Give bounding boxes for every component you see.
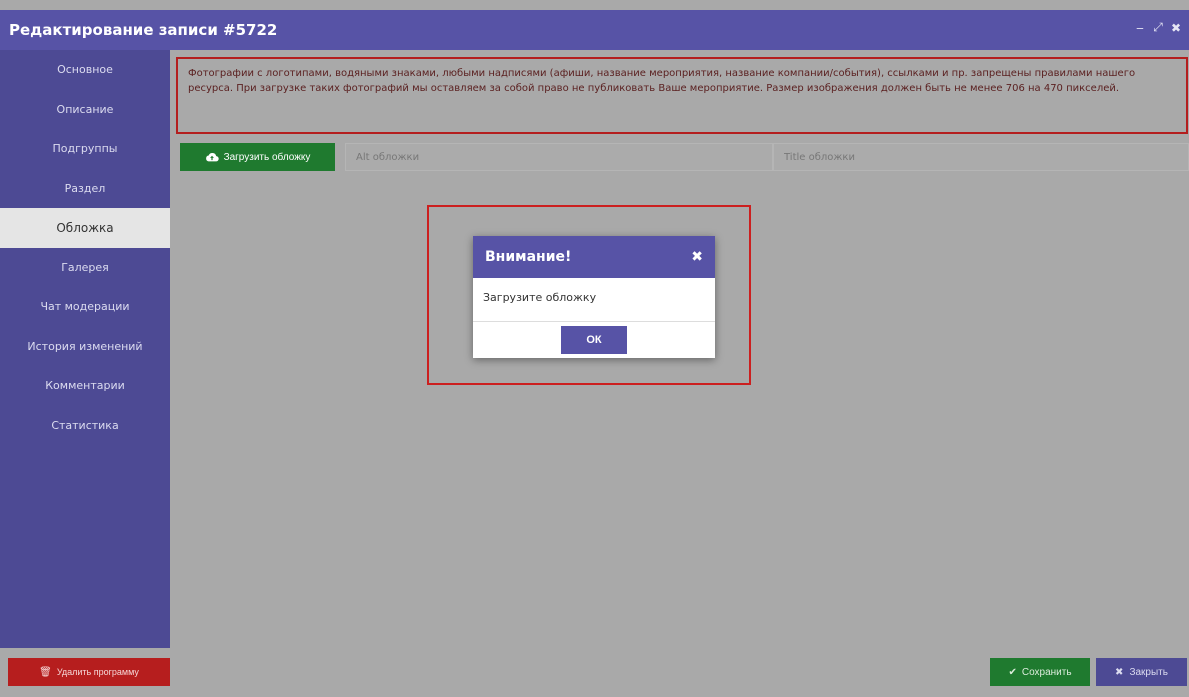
sidebar-item-section[interactable]: Раздел	[0, 169, 170, 209]
sidebar-item-label: Подгруппы	[52, 142, 118, 156]
sidebar-item-label: Чат модерации	[40, 300, 130, 314]
sidebar-item-label: История изменений	[27, 339, 143, 353]
alert-dialog-title: Внимание!	[485, 249, 572, 265]
upload-cover-label: Загрузить обложку	[223, 151, 311, 163]
sidebar-item-comments[interactable]: Комментарии	[0, 366, 170, 406]
trash-icon: 🗑	[39, 666, 52, 678]
close-x-icon: ✖	[1115, 666, 1124, 678]
sidebar-item-label: Статистика	[51, 418, 119, 432]
sidebar-item-moderation-chat[interactable]: Чат модерации	[0, 287, 170, 327]
close-label: Закрыть	[1129, 666, 1168, 678]
minimize-icon[interactable]: ‒	[1133, 21, 1147, 35]
sidebar-item-label: Комментарии	[45, 379, 125, 393]
cover-alt-input[interactable]	[345, 143, 773, 171]
window-footer: 🗑 Удалить программу ✔ Сохранить ✖ Закрыт…	[0, 648, 1189, 697]
sidebar-item-cover[interactable]: Обложка	[0, 208, 170, 248]
alert-dialog-footer: ОК	[473, 321, 715, 369]
close-icon[interactable]: ✖	[691, 249, 703, 265]
sidebar-item-statistics[interactable]: Статистика	[0, 406, 170, 446]
cloud-upload-icon	[205, 152, 219, 162]
check-icon: ✔	[1008, 666, 1017, 678]
delete-program-label: Удалить программу	[56, 667, 139, 677]
cover-title-input[interactable]	[773, 143, 1189, 171]
sidebar-item-history[interactable]: История изменений	[0, 327, 170, 367]
close-window-icon[interactable]: ✖	[1169, 21, 1183, 35]
alert-dialog-header: Внимание! ✖	[473, 236, 715, 278]
sidebar-item-label: Основное	[57, 63, 113, 77]
sidebar-item-label: Обложка	[56, 220, 114, 235]
upload-cover-button[interactable]: Загрузить обложку	[180, 143, 335, 171]
sidebar-nav: Основное Описание Подгруппы Раздел Облож…	[0, 50, 170, 648]
window-title: Редактирование записи #5722	[9, 21, 278, 39]
close-button[interactable]: ✖ Закрыть	[1096, 658, 1187, 686]
save-button[interactable]: ✔ Сохранить	[990, 658, 1090, 686]
save-label: Сохранить	[1021, 666, 1072, 678]
delete-program-button[interactable]: 🗑 Удалить программу	[8, 658, 170, 686]
alert-dialog: Внимание! ✖ Загрузите обложку ОК	[473, 236, 715, 358]
ok-button[interactable]: ОК	[561, 326, 627, 354]
sidebar-item-label: Описание	[56, 102, 114, 116]
sidebar-item-label: Раздел	[64, 181, 106, 195]
edit-record-window: Редактирование записи #5722 ‒ ⤢ ✖ Основн…	[0, 0, 1189, 697]
cover-rules-notice: Фотографии с логотипами, водяными знакам…	[176, 57, 1188, 134]
sidebar-item-gallery[interactable]: Галерея	[0, 248, 170, 288]
notice-text: Фотографии с логотипами, водяными знакам…	[188, 68, 1136, 94]
sidebar-item-subgroups[interactable]: Подгруппы	[0, 129, 170, 169]
window-titlebar: Редактирование записи #5722 ‒ ⤢ ✖	[0, 10, 1189, 50]
sidebar-item-label: Галерея	[61, 260, 109, 274]
maximize-icon[interactable]: ⤢	[1151, 20, 1165, 35]
window-controls: ‒ ⤢ ✖	[1133, 20, 1183, 35]
sidebar-item-description[interactable]: Описание	[0, 90, 170, 130]
sidebar-item-main[interactable]: Основное	[0, 50, 170, 90]
cover-toolbar: Загрузить обложку	[176, 140, 1189, 174]
alert-dialog-message: Загрузите обложку	[483, 291, 597, 304]
